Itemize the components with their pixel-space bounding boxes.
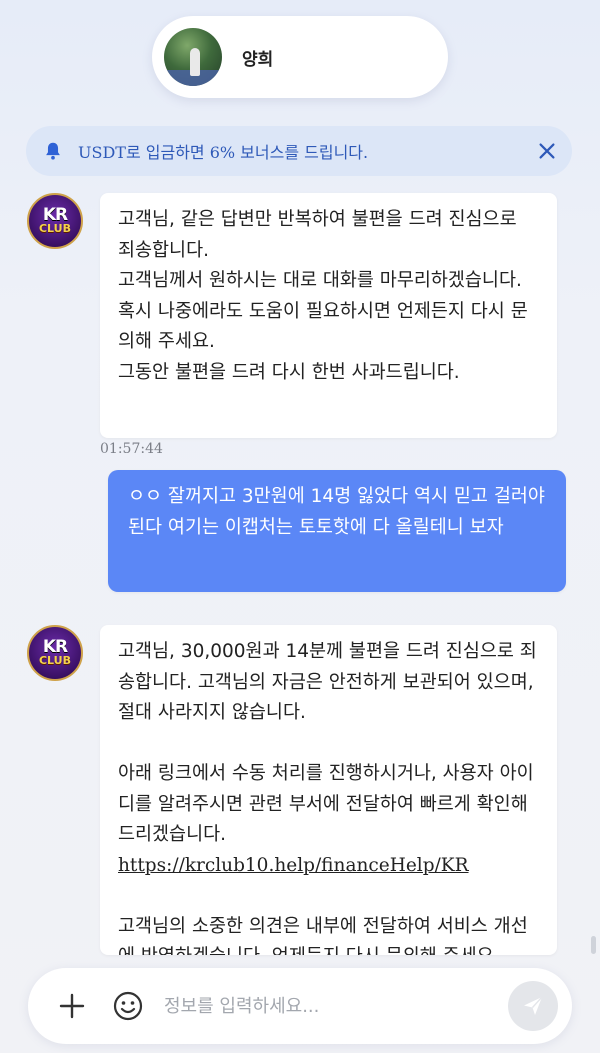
chat-header: 양희 <box>152 16 448 98</box>
notice-text: USDT로 입금하면 6% 보너스를 드립니다. <box>78 143 369 162</box>
bot-message: 고객님, 30,000원과 14분께 불편을 드려 진심으로 죄송합니다. 고객… <box>100 625 557 955</box>
bot-avatar: KR CLUB <box>27 193 83 249</box>
smile-icon <box>113 991 143 1021</box>
user-message: ㅇㅇ 잘꺼지고 3만원에 14명 잃었다 역시 믿고 걸러야된다 여기는 이캡처… <box>108 470 566 592</box>
bot-message-paragraph: 고객님, 30,000원과 14분께 불편을 드려 진심으로 죄송합니다. 고객… <box>118 641 537 723</box>
bot-avatar: KR CLUB <box>27 625 83 681</box>
notice-banner: USDT로 입금하면 6% 보너스를 드립니다. <box>26 126 572 176</box>
bell-icon <box>46 142 60 160</box>
add-attachment-button[interactable] <box>54 988 90 1024</box>
finance-help-link[interactable]: https://krclub10.help/financeHelp/KR <box>118 855 469 876</box>
message-input[interactable] <box>164 995 508 1017</box>
contact-avatar[interactable] <box>164 28 222 86</box>
send-button[interactable] <box>508 981 558 1031</box>
plus-icon <box>59 993 85 1019</box>
message-composer <box>28 968 572 1044</box>
close-icon[interactable] <box>536 140 558 162</box>
contact-name: 양희 <box>242 49 274 70</box>
scrollbar-thumb[interactable] <box>591 936 596 954</box>
message-timestamp: 01:57:44 <box>100 441 163 457</box>
bot-message: 고객님, 같은 답변만 반복하여 불편을 드려 진심으로 죄송합니다. 고객님께… <box>100 193 557 438</box>
emoji-button[interactable] <box>110 988 146 1024</box>
bot-message-paragraph: 고객님의 소중한 의견은 내부에 전달하여 서비스 개선에 반영하겠습니다. 언… <box>118 915 528 956</box>
bot-message-paragraph: 아래 링크에서 수동 처리를 진행하시거나, 사용자 아이디를 알려주시면 관련… <box>118 763 534 845</box>
send-icon <box>524 996 543 1015</box>
